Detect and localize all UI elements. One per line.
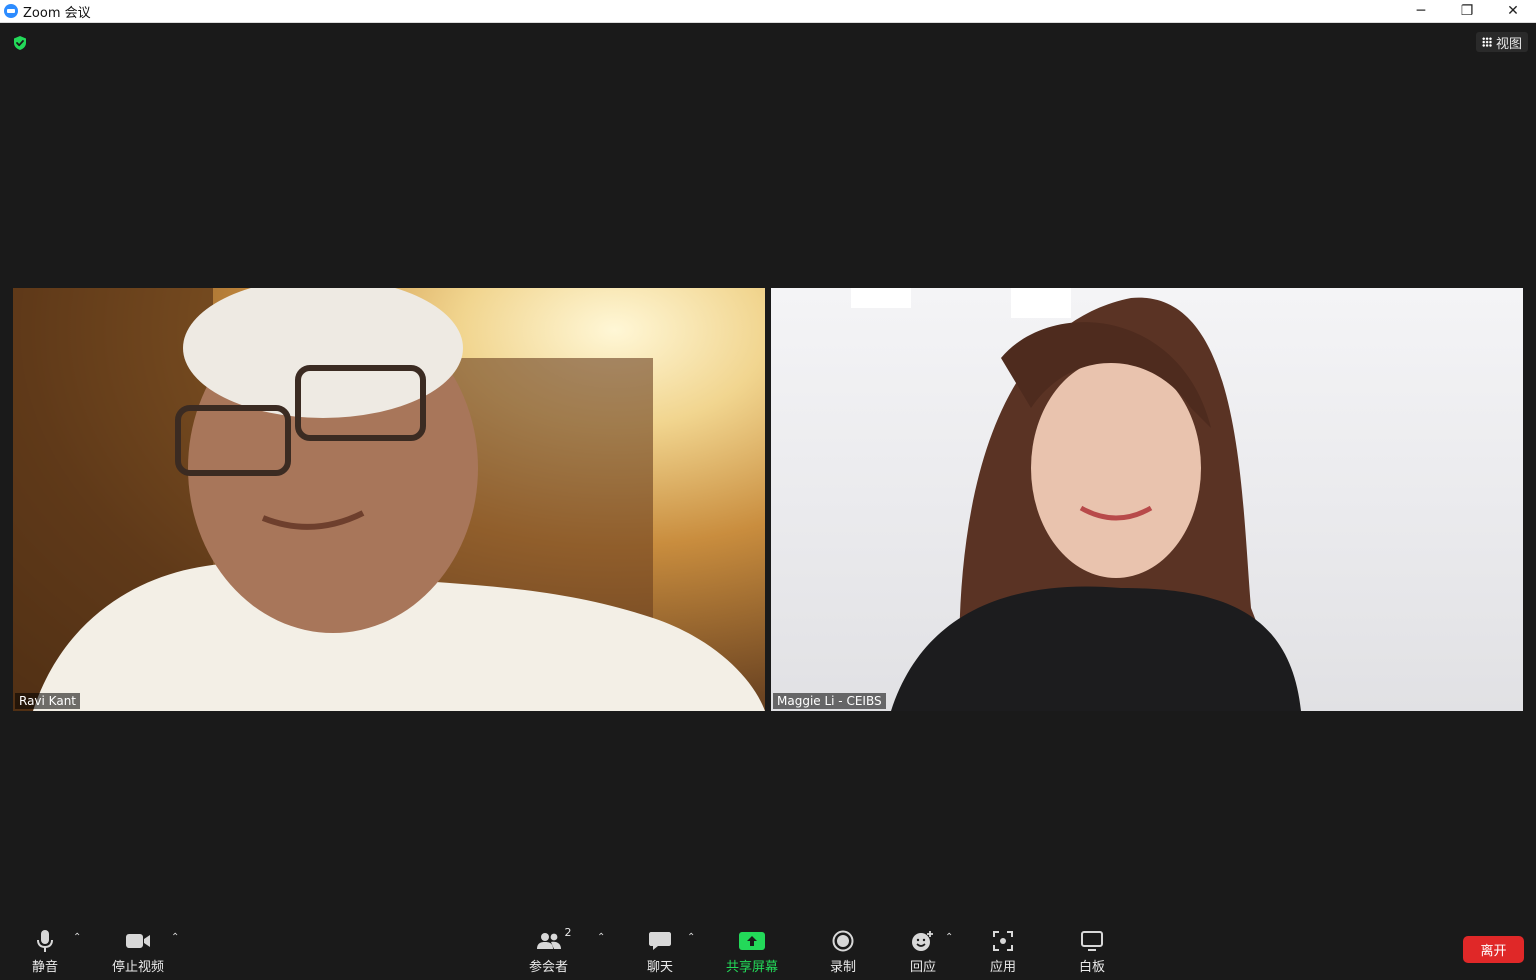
restore-button[interactable]: ❐	[1444, 0, 1490, 22]
video-tile-maggie-li[interactable]: Maggie Li - CEIBS	[771, 288, 1523, 711]
apps-label: 应用	[989, 960, 1016, 975]
window-controls: ─ ❐ ✕	[1398, 0, 1536, 22]
window-title: Zoom 会议	[23, 5, 91, 21]
shield-check-icon[interactable]	[12, 35, 28, 51]
share-screen-button[interactable]: 共享屏幕	[726, 928, 778, 975]
record-button[interactable]: 录制	[828, 928, 858, 975]
stop-video-label: 停止视频	[112, 960, 165, 975]
reactions-label: 回应	[909, 960, 936, 975]
participants-options-caret[interactable]: ⌃	[597, 932, 605, 943]
chat-options-caret[interactable]: ⌃	[687, 932, 695, 943]
leave-button[interactable]: 离开	[1463, 936, 1524, 963]
reaction-smiley-icon	[912, 931, 933, 951]
chat-label: 聊天	[646, 960, 673, 975]
view-button[interactable]: 视图	[1475, 32, 1528, 52]
record-label: 录制	[829, 960, 856, 975]
participant-name-tag: Maggie Li - CEIBS	[773, 693, 886, 709]
grid-icon	[1481, 37, 1492, 47]
mute-button[interactable]: 静音	[30, 928, 60, 975]
record-icon	[832, 930, 854, 952]
share-screen-label: 共享屏幕	[726, 960, 779, 975]
video-options-caret[interactable]: ⌃	[171, 932, 179, 943]
view-label: 视图	[1495, 36, 1522, 52]
audio-options-caret[interactable]: ⌃	[73, 932, 81, 943]
participants-count-badge: 2	[564, 926, 572, 939]
video-camera-icon	[126, 934, 150, 948]
stop-video-button[interactable]: 停止视频	[112, 928, 164, 975]
participant-video-maggie	[851, 288, 1301, 711]
title-bar: Zoom 会议 ─ ❐ ✕	[0, 0, 1536, 23]
minimize-button[interactable]: ─	[1398, 0, 1444, 22]
mute-label: 静音	[31, 960, 58, 975]
video-tile-ravi-kant[interactable]: Ravi Kant	[13, 288, 765, 711]
close-button[interactable]: ✕	[1490, 0, 1536, 22]
participant-name-tag: Ravi Kant	[15, 693, 80, 709]
chat-button[interactable]: 聊天	[645, 928, 675, 975]
participants-icon	[536, 933, 561, 949]
microphone-icon	[37, 930, 53, 952]
apps-button[interactable]: 应用	[988, 928, 1018, 975]
meeting-toolbar: 静音 ⌃ 停止视频 ⌃ 2 参会者 ⌃ 聊天 ⌃ 共享屏幕 录制 回应 ⌃ 应用…	[0, 918, 1536, 980]
whiteboard-label: 白板	[1078, 960, 1105, 975]
participants-button[interactable]: 2 参会者	[529, 926, 572, 975]
whiteboard-icon	[1081, 931, 1103, 951]
reactions-options-caret[interactable]: ⌃	[945, 932, 953, 943]
participants-label: 参会者	[529, 960, 569, 975]
share-screen-icon	[739, 932, 765, 950]
zoom-logo-icon	[4, 4, 18, 18]
participant-video-ravi	[13, 288, 765, 711]
whiteboard-button[interactable]: 白板	[1077, 928, 1107, 975]
reactions-button[interactable]: 回应	[908, 928, 938, 975]
chat-bubble-icon	[649, 932, 671, 950]
apps-icon	[993, 931, 1013, 951]
